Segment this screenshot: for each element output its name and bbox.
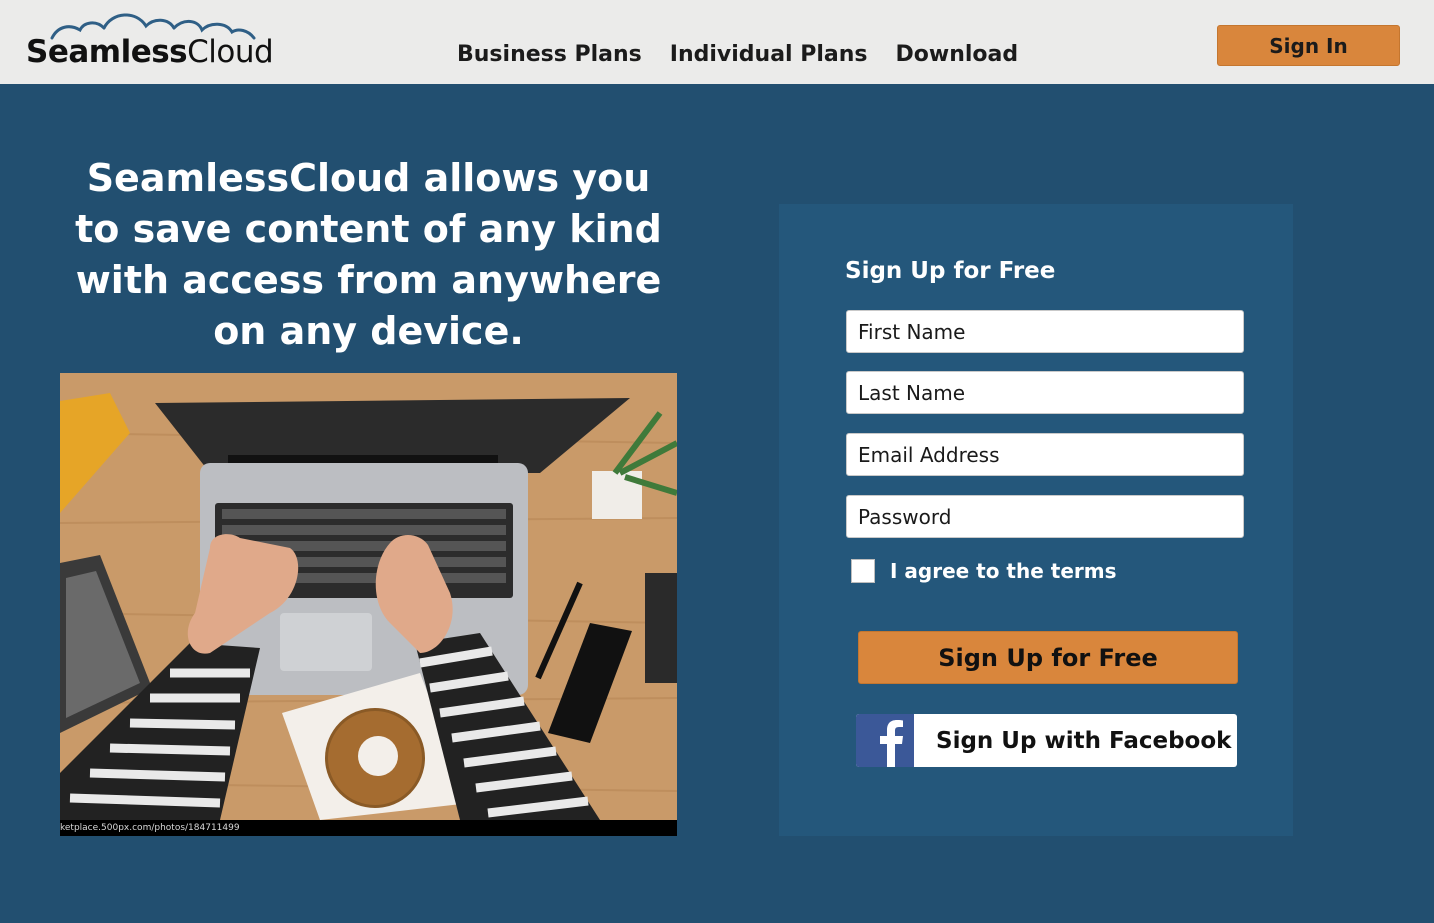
sign-in-button[interactable]: Sign In <box>1217 25 1400 66</box>
hero-headline: SeamlessCloud allows you to save content… <box>75 156 662 353</box>
terms-checkbox[interactable] <box>851 559 875 583</box>
logo[interactable]: SeamlessCloud <box>26 10 274 74</box>
last-name-field[interactable] <box>846 371 1244 414</box>
nav-business-plans[interactable]: Business Plans <box>457 42 642 67</box>
logo-text: SeamlessCloud <box>26 34 274 70</box>
site-header: SeamlessCloud Business Plans Individual … <box>0 0 1434 84</box>
main-nav: Business Plans Individual Plans Download <box>457 42 1018 67</box>
photo-caption: ketplace.500px.com/photos/184711499 <box>60 820 677 836</box>
logo-text-seamless: Seamless <box>26 34 188 70</box>
nav-individual-plans[interactable]: Individual Plans <box>670 42 868 67</box>
facebook-signup-button[interactable]: Sign Up with Facebook <box>856 714 1237 767</box>
terms-label[interactable]: I agree to the terms <box>890 559 1117 583</box>
first-name-field[interactable] <box>846 310 1244 353</box>
laptop-desk-illustration <box>60 373 677 820</box>
terms-row: I agree to the terms <box>851 559 1117 583</box>
facebook-signup-label: Sign Up with Facebook <box>936 727 1232 754</box>
email-field[interactable] <box>846 433 1244 476</box>
signup-title: Sign Up for Free <box>845 258 1056 284</box>
signup-panel: Sign Up for Free I agree to the terms Si… <box>779 204 1293 836</box>
hero-photo: ketplace.500px.com/photos/184711499 <box>60 373 677 836</box>
sign-up-button[interactable]: Sign Up for Free <box>858 631 1238 684</box>
nav-download[interactable]: Download <box>896 42 1019 67</box>
facebook-icon <box>856 714 914 767</box>
password-field[interactable] <box>846 495 1244 538</box>
logo-text-cloud: Cloud <box>187 34 274 70</box>
